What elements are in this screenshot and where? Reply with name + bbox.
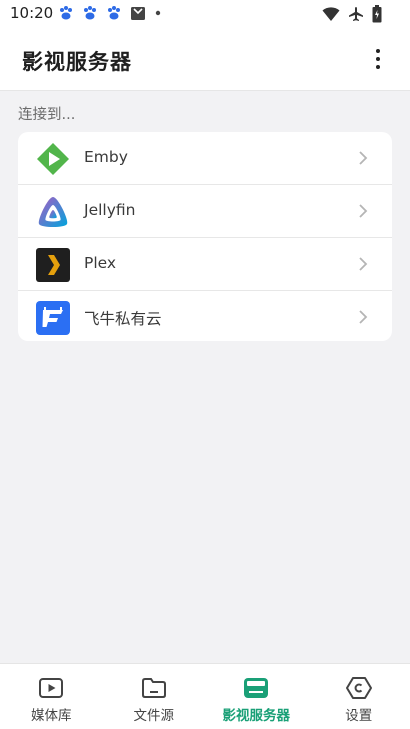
nav-item-media-library[interactable]: 媒体库 [0, 664, 103, 729]
chevron-right-icon [359, 310, 368, 324]
server-name: Jellyfin [84, 201, 136, 219]
status-system-icons [322, 5, 382, 23]
bottom-navigation: 媒体库 文件源 影视服务器 设置 [0, 663, 410, 729]
server-list: Emby Jellyfin Plex 飞牛私有云 [18, 132, 392, 341]
status-time: 10:20 [10, 4, 54, 22]
jellyfin-logo [38, 197, 68, 227]
settings-hexagon-icon [345, 677, 372, 699]
nav-label: 文件源 [133, 708, 175, 724]
folder-icon [141, 678, 166, 698]
nav-label: 影视服务器 [222, 708, 291, 724]
nav-item-media-server[interactable]: 影视服务器 [205, 664, 308, 729]
server-item-jellyfin[interactable]: Jellyfin [18, 185, 392, 238]
server-name: 飞牛私有云 [84, 310, 162, 328]
wifi-icon [322, 7, 340, 21]
baidu-paw-icon [108, 6, 120, 20]
chevron-right-icon [359, 204, 368, 218]
server-name: Emby [84, 148, 128, 166]
more-vertical-icon [376, 49, 380, 53]
fnos-logo [36, 301, 70, 335]
plex-logo [36, 248, 70, 282]
nav-label: 设置 [345, 708, 373, 724]
battery-icon [372, 5, 382, 23]
server-item-emby[interactable]: Emby [18, 132, 392, 185]
server-item-plex[interactable]: Plex [18, 238, 392, 291]
section-label: 连接到... [18, 107, 76, 123]
status-notification-icons [58, 5, 162, 21]
status-bar: 10:20 [0, 0, 410, 28]
dot-icon [155, 10, 161, 16]
baidu-paw-icon [84, 6, 96, 20]
airplane-icon [349, 7, 363, 21]
nav-item-file-source[interactable]: 文件源 [103, 664, 206, 729]
chevron-right-icon [359, 257, 368, 271]
chevron-right-icon [359, 151, 368, 165]
page-title: 影视服务器 [22, 50, 132, 74]
baidu-paw-icon [60, 6, 72, 20]
server-item-fnos[interactable]: 飞牛私有云 [18, 291, 392, 341]
notification-bag-icon [131, 7, 145, 20]
play-box-icon [39, 678, 64, 698]
more-options-button[interactable] [368, 44, 388, 74]
server-name: Plex [84, 254, 117, 272]
emby-logo [37, 143, 69, 175]
nav-item-settings[interactable]: 设置 [308, 664, 410, 729]
nav-label: 媒体库 [31, 708, 72, 724]
server-icon [244, 678, 269, 698]
app-bar: 影视服务器 [0, 28, 410, 91]
